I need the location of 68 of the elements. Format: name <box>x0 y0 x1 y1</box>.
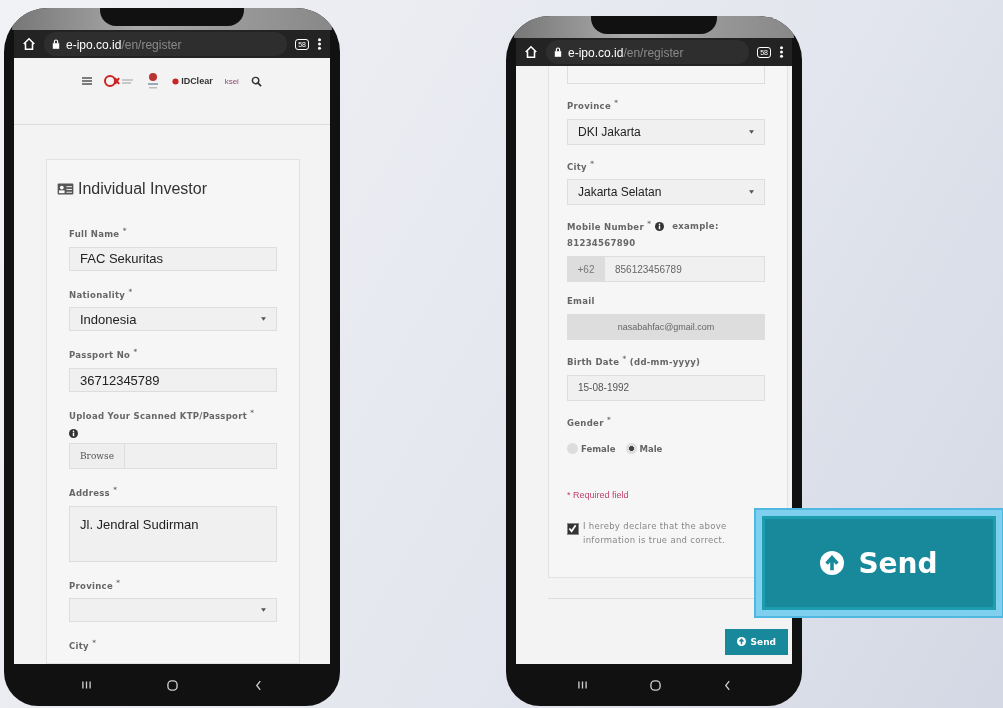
info-icon <box>655 222 665 232</box>
home-button-icon[interactable] <box>649 679 661 691</box>
home-icon[interactable] <box>22 37 36 51</box>
field-label: Passport No $^{*}$ <box>69 347 139 363</box>
field-label: Province $^{*}$ <box>567 98 620 113</box>
radio-label: Male <box>639 443 663 454</box>
field-label: City $^{*}$ <box>69 638 98 654</box>
info-icon <box>69 428 78 438</box>
caret-icon <box>749 129 754 134</box>
field-label: City $^{*}$ <box>567 158 596 174</box>
field-label: Address $^{*}$ <box>69 484 119 500</box>
url-text: e-ipo.co.id/en/register <box>66 37 182 53</box>
file-name-field[interactable] <box>125 442 277 469</box>
url-text: e-ipo.co.id/en/register <box>568 45 684 61</box>
dot-icon <box>172 77 180 85</box>
field-label: Full Name $^{*}$ <box>69 226 128 241</box>
required-note: * Required field <box>567 490 630 501</box>
logo-text: IDClear <box>181 76 213 86</box>
recent-apps-icon[interactable] <box>82 680 92 690</box>
dropdown-field[interactable]: Indonesia <box>69 307 277 332</box>
recent-apps-icon[interactable] <box>577 680 587 690</box>
dropdown-field[interactable]: Jakarta Selatan <box>567 179 765 206</box>
home-button-icon[interactable] <box>167 679 179 691</box>
field-label: Mobile Number $^{*}$ <box>567 219 652 235</box>
upload-icon <box>820 551 845 575</box>
field-label: Nationality $^{*}$ <box>69 286 134 302</box>
caret-icon <box>749 190 754 195</box>
hint-text: example: <box>672 220 719 233</box>
form-title: Individual Investor <box>78 180 207 198</box>
logo-icon <box>104 74 135 88</box>
zoomed-send-button[interactable]: Send <box>756 510 1002 616</box>
search-icon[interactable] <box>250 75 262 87</box>
text-field[interactable]: 15-08-1992 <box>567 374 765 401</box>
menu-icon[interactable] <box>317 37 322 51</box>
field-label: Gender $^{*}$ <box>567 414 612 430</box>
radio-button[interactable] <box>625 443 637 455</box>
upload-icon <box>736 637 746 647</box>
caret-icon <box>261 317 266 322</box>
example-text: 81234567890 <box>567 238 637 251</box>
caret-icon <box>261 608 266 613</box>
send-button[interactable]: Send <box>724 628 788 655</box>
field-label: Email <box>567 296 596 308</box>
text-area[interactable]: Jl. Jendral Sudirman <box>69 505 277 562</box>
radio-label: Female <box>581 443 616 454</box>
text-field[interactable]: 36712345789 <box>69 368 277 393</box>
field-label: Upload Your Scanned KTP/Passport $^{*}$ <box>69 408 256 423</box>
dropdown-field[interactable]: DKI Jakarta <box>567 118 765 145</box>
back-icon[interactable] <box>723 679 731 691</box>
id-card-icon <box>57 183 74 195</box>
text-field[interactable]: FAC Sekuritas <box>69 246 277 271</box>
field-label: Birth Date $^{*}$ (dd-mm-yyyy) <box>567 353 702 369</box>
logo-text: ksei <box>224 76 239 86</box>
lock-icon <box>554 47 562 57</box>
checkbox[interactable] <box>567 523 579 536</box>
emblem-icon <box>146 72 161 90</box>
declaration-text: I hereby declare that the above information is true and correct. <box>583 520 728 547</box>
dropdown-field[interactable] <box>69 598 277 623</box>
address-bar[interactable]: e-ipo.co.id/en/register <box>546 40 750 64</box>
home-icon[interactable] <box>524 45 538 59</box>
back-icon[interactable] <box>254 679 262 691</box>
address-bar[interactable]: e-ipo.co.id/en/register <box>44 32 288 56</box>
field-label: Province $^{*}$ <box>69 577 122 593</box>
radio-button[interactable] <box>567 443 578 455</box>
browse-button[interactable]: Browse <box>69 442 125 469</box>
menu-icon[interactable] <box>779 45 784 59</box>
phone-field[interactable]: 856123456789 <box>605 256 765 283</box>
lock-icon <box>52 39 60 49</box>
country-code: +62 <box>567 256 605 283</box>
